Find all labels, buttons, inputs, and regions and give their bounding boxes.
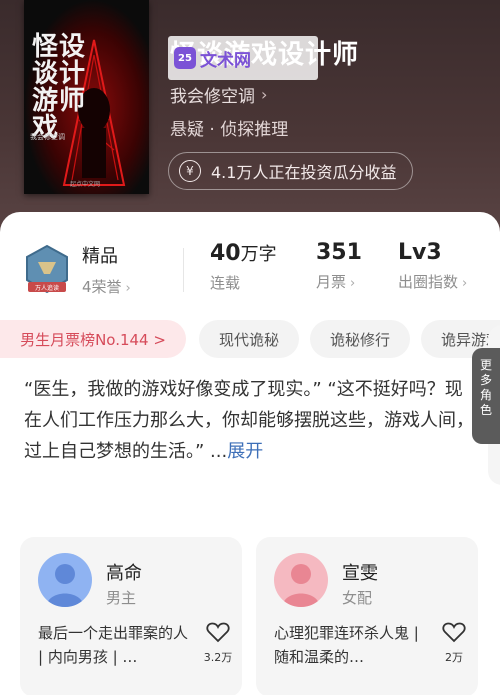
more-roles-button[interactable]: 更多角色 — [472, 348, 500, 444]
words-unit: 万字 — [240, 244, 277, 265]
yen-coin-icon: ¥ — [179, 160, 201, 182]
tag-row: 男生月票榜No.144 > 现代诡秘 诡秘修行 诡异游戏 — [0, 320, 500, 360]
stat-monthly-ticket[interactable]: 351 月票 › — [316, 240, 362, 292]
book-header: 怪设谈计游师戏 我会修空调 起点中文网 怪谈游戏设计师 25 文术网 我会修空调… — [0, 0, 500, 240]
invest-button[interactable]: ¥ 4.1万人正在投资瓜分收益 — [168, 152, 414, 190]
character-description: 心理犯罪连环杀人鬼 | 随和温柔的… — [274, 624, 419, 666]
chevron-right-icon: › — [350, 276, 356, 291]
quality-value: 精品 — [82, 246, 118, 267]
book-genre: 悬疑 · 侦探推理 — [170, 120, 289, 140]
character-name: 高命 — [106, 563, 142, 584]
honor-badge-icon[interactable]: 万人追读 — [24, 244, 70, 294]
character-card[interactable]: 宣雯 女配 心理犯罪连环杀人鬼 | 随和温柔的… 2万 — [256, 537, 478, 695]
avatar — [274, 553, 328, 607]
cover-author: 我会修空调 — [30, 133, 65, 141]
tag-item[interactable]: 诡秘修行 — [310, 320, 410, 358]
character-list: 高命 男主 最后一个走出罪案的人 | 内向男孩 | … 3.2万 宣雯 女配 心… — [0, 537, 500, 695]
expand-link[interactable]: 展开 — [227, 441, 263, 462]
book-cover[interactable]: 怪设谈计游师戏 我会修空调 起点中文网 — [24, 0, 149, 194]
tag-item[interactable]: 现代诡秘 — [199, 320, 299, 358]
words-label: 连载 — [210, 274, 241, 292]
like-count: 3.2万 — [203, 651, 233, 664]
male-avatar-icon — [38, 553, 92, 607]
like-button[interactable]: 2万 — [436, 621, 472, 665]
level-label: 出圈指数 — [398, 273, 459, 291]
badge-label: 万人追读 — [35, 284, 59, 292]
level-value: Lv3 — [398, 240, 442, 265]
avatar — [38, 553, 92, 607]
monthly-label: 月票 — [316, 273, 347, 291]
like-button[interactable]: 3.2万 — [200, 621, 236, 665]
stat-words: 40万字 连载 — [210, 240, 277, 293]
quality-label: 4荣誉 — [82, 278, 122, 296]
monthly-value: 351 — [316, 240, 362, 265]
tag-rank[interactable]: 男生月票榜No.144 > — [0, 320, 186, 358]
female-avatar-icon — [274, 553, 328, 607]
stats-divider — [183, 248, 184, 292]
stat-level[interactable]: Lv3 出圈指数 › — [398, 240, 467, 292]
words-value: 40 — [210, 241, 241, 266]
stats-row: 万人追读 精品 4荣誉 › 40万字 连载 351 月票 › Lv3 出圈指数 › — [0, 236, 500, 316]
synopsis: “医生，我做的游戏好像变成了现实。” “这不挺好吗？现在人们工作压力那么大，你却… — [24, 374, 476, 467]
heart-icon — [442, 622, 466, 643]
watermark: 25 文术网 — [168, 36, 318, 80]
character-name: 宣雯 — [342, 563, 378, 584]
author-link[interactable]: 我会修空调 › — [170, 82, 267, 107]
character-role: 女配 — [342, 589, 373, 607]
chevron-right-icon: › — [261, 85, 268, 104]
stat-quality[interactable]: 精品 4荣誉 › — [82, 242, 131, 297]
watermark-text: 文术网 — [200, 50, 251, 71]
author-name: 我会修空调 — [170, 87, 255, 107]
like-count: 2万 — [445, 651, 463, 664]
character-card[interactable]: 高命 男主 最后一个走出罪案的人 | 内向男孩 | … 3.2万 — [20, 537, 242, 695]
character-description: 最后一个走出罪案的人 | 内向男孩 | … — [38, 624, 189, 666]
cover-publisher: 起点中文网 — [70, 181, 101, 188]
book-info-card: 万人追读 精品 4荣誉 › 40万字 连载 351 月票 › Lv3 出圈指数 › 男… — [0, 212, 500, 695]
heart-icon — [206, 622, 230, 643]
chevron-right-icon: › — [125, 281, 131, 296]
cover-title: 怪设谈计游师戏 — [32, 32, 87, 143]
invest-text: 4.1万人正在投资瓜分收益 — [211, 163, 397, 182]
character-role: 男主 — [106, 589, 137, 607]
watermark-logo-icon: 25 — [174, 47, 196, 69]
chevron-right-icon: › — [462, 276, 468, 291]
